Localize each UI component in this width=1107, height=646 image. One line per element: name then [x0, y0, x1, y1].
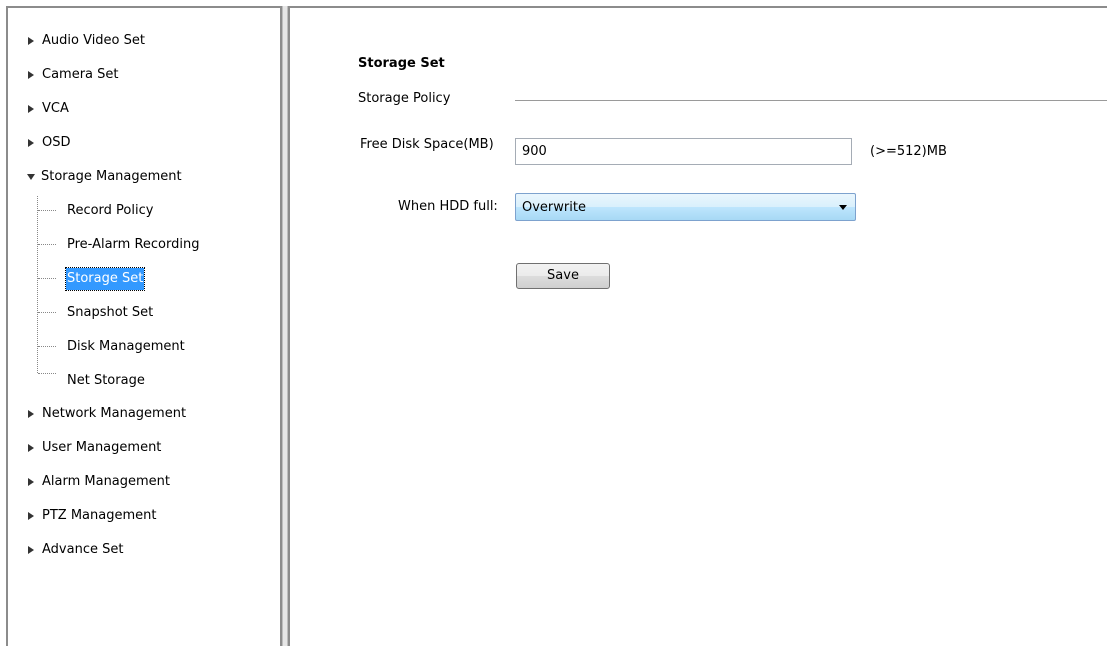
tree-item-network-management[interactable]: Network Management — [28, 403, 186, 425]
tree-connector-line — [38, 244, 56, 245]
page-title: Storage Set — [358, 56, 445, 71]
hdd-full-selected-value: Overwrite — [522, 199, 586, 215]
tree-item-user-management[interactable]: User Management — [28, 437, 161, 459]
triangle-right-icon — [28, 512, 34, 520]
tree-item-camera-set[interactable]: Camera Set — [28, 64, 119, 86]
tree-item-label: VCA — [42, 101, 69, 116]
tree-connector-line — [38, 373, 56, 374]
sub-item-net-storage[interactable]: Net Storage — [66, 370, 146, 392]
sub-item-storage-set[interactable]: Storage Set — [64, 267, 146, 291]
triangle-right-icon — [28, 37, 34, 45]
tree-item-alarm-management[interactable]: Alarm Management — [28, 471, 170, 493]
triangle-down-icon — [27, 174, 35, 180]
tree-item-label: Storage Management — [41, 169, 182, 184]
tree-connector-line — [38, 312, 56, 313]
section-divider — [515, 100, 1107, 101]
free-disk-space-input[interactable]: 900 — [515, 138, 852, 165]
tree-item-label: User Management — [42, 440, 162, 455]
sub-item-pre-alarm-recording[interactable]: Pre-Alarm Recording — [66, 234, 200, 256]
tree-item-label: Advance Set — [42, 542, 124, 557]
free-disk-space-hint: (>=512)MB — [870, 144, 947, 159]
tree-connector-line — [38, 278, 56, 279]
sub-item-disk-management[interactable]: Disk Management — [66, 336, 186, 358]
free-disk-space-label: Free Disk Space(MB) — [360, 137, 494, 152]
tree-item-label: Alarm Management — [42, 474, 171, 489]
tree-item-label: Audio Video Set — [42, 33, 145, 48]
tree-item-label: Network Management — [42, 406, 187, 421]
triangle-right-icon — [28, 71, 34, 79]
tree-item-label: PTZ Management — [42, 508, 157, 523]
tree-item-label: Camera Set — [42, 67, 119, 82]
sub-item-snapshot-set[interactable]: Snapshot Set — [66, 302, 154, 324]
chevron-down-icon — [839, 205, 847, 210]
tree-item-ptz-management[interactable]: PTZ Management — [28, 505, 156, 527]
tree-item-vca[interactable]: VCA — [28, 98, 69, 120]
tree-connector-line — [38, 210, 56, 211]
tree-item-advance-set[interactable]: Advance Set — [28, 539, 123, 561]
section-heading-storage-policy: Storage Policy — [358, 91, 451, 106]
triangle-right-icon — [28, 410, 34, 418]
triangle-right-icon — [28, 105, 34, 113]
triangle-right-icon — [28, 139, 34, 147]
hdd-full-select[interactable]: Overwrite — [515, 193, 856, 221]
tree-item-osd[interactable]: OSD — [28, 132, 71, 154]
triangle-right-icon — [28, 444, 34, 452]
triangle-right-icon — [28, 478, 34, 486]
sub-item-record-policy[interactable]: Record Policy — [66, 200, 154, 222]
save-button[interactable]: Save — [516, 263, 610, 289]
tree-connector-line — [38, 346, 56, 347]
tree-item-storage-management[interactable]: Storage Management — [27, 166, 182, 188]
hdd-full-label: When HDD full: — [398, 199, 498, 214]
tree-item-audio-video-set[interactable]: Audio Video Set — [28, 30, 145, 52]
tree-item-label: OSD — [42, 135, 71, 150]
triangle-right-icon — [28, 546, 34, 554]
